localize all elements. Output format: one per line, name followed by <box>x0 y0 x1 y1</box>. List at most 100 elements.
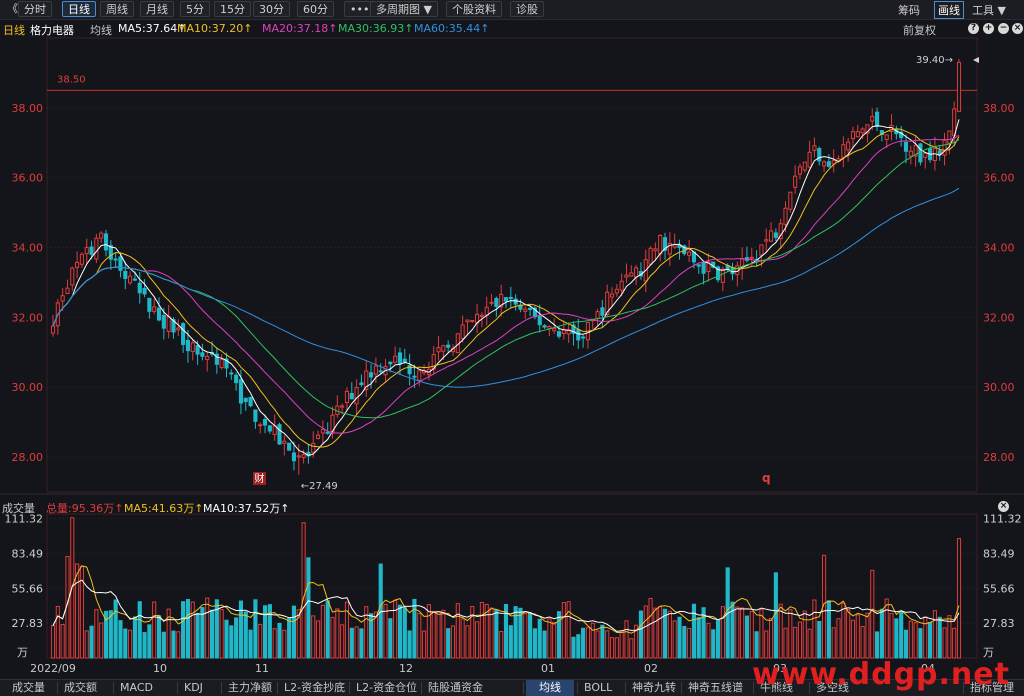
volume-bar-up <box>335 608 340 659</box>
candle-down <box>542 325 547 328</box>
volume-bar-down <box>200 607 205 659</box>
volume-bar-up <box>417 612 422 659</box>
volume-bar-down <box>248 629 253 659</box>
price-tick-left: 30.00 <box>12 381 44 394</box>
tab-divider <box>57 682 58 694</box>
indicator-tab[interactable]: MACD <box>116 680 157 696</box>
volume-bar-up <box>75 563 80 659</box>
reference-line-label: 38.50 <box>57 74 86 85</box>
volume-bar-up <box>831 627 836 659</box>
volume-bar-up <box>94 609 99 659</box>
candle-down <box>903 141 909 152</box>
volume-bar-down <box>691 603 697 659</box>
indicator-tab[interactable]: 均线 <box>526 680 574 696</box>
volume-bar-up <box>50 625 56 659</box>
candle-down <box>349 392 354 400</box>
indicator-tab[interactable]: 神奇五线谱 <box>684 680 747 696</box>
volume-bar-down <box>142 632 147 659</box>
volume-bar-up <box>595 630 600 659</box>
volume-bar-down <box>113 599 118 659</box>
indicator-tab[interactable]: 神奇九转 <box>628 680 680 696</box>
volume-bar-up <box>609 637 615 659</box>
indicator-tab[interactable]: 成交额 <box>60 680 101 696</box>
candle-up <box>956 61 962 112</box>
kline-chart[interactable]: 38.00 38.00 36.00 36.00 34.00 34.00 32.00 32.00… <box>0 0 1024 695</box>
candle-up <box>282 440 287 444</box>
candle-down <box>156 307 162 321</box>
volume-bar-up <box>687 627 692 659</box>
candle-up <box>812 145 817 151</box>
candle-down <box>195 345 200 355</box>
volume-bar-down <box>537 618 542 659</box>
volume-bar-down <box>89 625 94 659</box>
candle-up <box>84 247 89 255</box>
price-tick-right: 34.00 <box>983 242 1015 255</box>
marker-triangle-icon <box>973 57 979 63</box>
volume-bar-up <box>301 522 306 659</box>
candle-down <box>537 314 542 326</box>
volume-bar-down <box>277 622 282 659</box>
x-axis-label: 2022/09 <box>30 662 76 675</box>
volume-bar-up <box>99 622 104 659</box>
volume-bar-up <box>431 610 436 659</box>
candle-down <box>817 148 822 162</box>
price-tick-right: 32.00 <box>983 311 1015 324</box>
candle-down <box>234 374 239 384</box>
candle-down <box>528 307 533 310</box>
indicator-tab[interactable]: KDJ <box>180 680 207 696</box>
volume-bar-up <box>383 603 388 659</box>
candle-up <box>908 150 913 157</box>
candle-up <box>152 306 157 312</box>
price-tick-right: 36.00 <box>983 172 1015 185</box>
candle-down <box>147 297 152 312</box>
volume-bar-down <box>325 600 330 659</box>
volume-bar-up <box>354 626 359 659</box>
tab-divider <box>277 682 278 694</box>
watermark: www.ddgp.net <box>752 657 1010 692</box>
candle-up <box>373 365 378 375</box>
candle-down <box>113 258 118 261</box>
volume-bar-up <box>315 620 321 659</box>
volume-bar-down <box>754 631 759 659</box>
x-axis-label: 12 <box>399 662 413 675</box>
indicator-tab[interactable]: BOLL <box>580 680 616 696</box>
candle-down <box>402 358 407 363</box>
candle-up <box>320 428 325 434</box>
volume-tick-left: 83.49 <box>12 547 44 560</box>
candle-up <box>846 141 851 151</box>
volume-unit-left: 万 <box>17 646 28 659</box>
volume-bar-up <box>870 569 875 659</box>
volume-bar-up <box>475 621 480 659</box>
candle-down <box>229 372 234 375</box>
candle-down <box>696 264 701 267</box>
volume-bar-down <box>528 612 533 659</box>
volume-bar-down <box>711 629 716 659</box>
indicator-tab[interactable]: 陆股通资金 <box>424 680 487 696</box>
volume-bar-up <box>547 618 552 659</box>
volume-title: 成交量 <box>2 502 35 515</box>
price-tick-left: 36.00 <box>12 172 44 185</box>
indicator-tab[interactable]: L2-资金仓位 <box>352 680 421 696</box>
volume-bar-down <box>571 636 576 659</box>
indicator-tab[interactable]: 成交量 <box>8 680 49 696</box>
candle-up <box>340 405 345 408</box>
volume-bar-down <box>253 599 258 659</box>
candle-up <box>687 251 692 256</box>
indicator-tab[interactable]: 主力净额 <box>224 680 276 696</box>
volume-bar-up <box>749 611 754 659</box>
candle-up <box>479 314 484 317</box>
volume-bar-down <box>407 630 412 659</box>
volume-bar-up <box>460 618 465 659</box>
volume-bar-down <box>171 630 176 659</box>
volume-bar-up <box>720 606 725 659</box>
indicator-tab[interactable]: L2-资金抄底 <box>280 680 349 696</box>
candle-up <box>354 387 359 405</box>
volume-bar-up <box>629 638 634 659</box>
volume-bar-up <box>258 623 263 659</box>
close-icon[interactable]: × <box>998 501 1009 512</box>
candle-up <box>624 274 629 278</box>
volume-bar-down <box>928 622 933 659</box>
ma-line-ma10 <box>52 128 960 448</box>
candle-down <box>875 111 880 127</box>
volume-bar-up <box>658 606 663 659</box>
